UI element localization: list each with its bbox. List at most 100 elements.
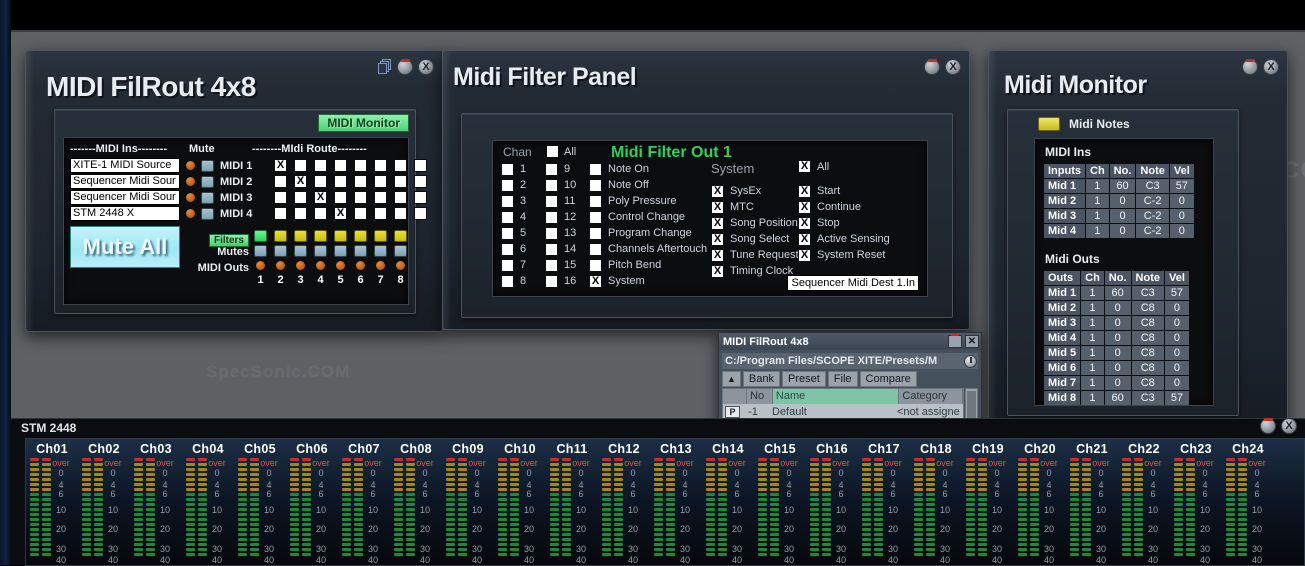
out-mute-button[interactable]: [394, 245, 407, 257]
preset-column-headers[interactable]: No Name Category: [723, 389, 963, 404]
channel-checkbox[interactable]: [501, 242, 514, 256]
system-column-right[interactable]: X Start X Continue X Stop X Active Sensing X Syst…: [798, 183, 890, 263]
channel-checkbox[interactable]: [501, 210, 514, 224]
route-checkbox[interactable]: [414, 159, 427, 172]
minimize-button[interactable]: [924, 59, 940, 75]
message-filter-list[interactable]: Note On Note Off Poly Pressure Control Chan…: [589, 161, 707, 289]
floating-window-buttons[interactable]: X: [1260, 418, 1297, 434]
mixer-channel-strip[interactable]: Ch24 over 0 4 6 10 20 30 40: [1222, 439, 1274, 565]
channel-checkbox[interactable]: [545, 162, 558, 176]
route-checkbox[interactable]: X: [334, 207, 347, 220]
route-checkbox[interactable]: [334, 175, 347, 188]
system-checkbox[interactable]: X: [711, 248, 724, 262]
out-mute-button[interactable]: [274, 245, 287, 257]
preset-titlebar[interactable]: MIDI FilRout 4x8 ✕: [719, 333, 981, 350]
filter-button[interactable]: [394, 230, 407, 242]
channel-checkbox[interactable]: [545, 194, 558, 208]
system-checkbox[interactable]: X: [798, 216, 811, 230]
column-header[interactable]: No: [747, 389, 773, 404]
message-checkbox[interactable]: [589, 194, 602, 208]
route-row[interactable]: X: [274, 159, 427, 172]
mixer-channel-strip[interactable]: Ch08 over 0 4 6 10 20 30 40: [390, 439, 442, 565]
destination-field[interactable]: Sequencer Midi Dest 1.In: [787, 275, 919, 291]
minimize-button[interactable]: [948, 333, 962, 348]
system-column-left[interactable]: X SysEx X MTC X Song Position X Song Select X Tun…: [711, 183, 799, 279]
route-checkbox[interactable]: X: [294, 175, 307, 188]
mixer-channel-strip[interactable]: Ch22 over 0 4 6 10 20 30 40: [1118, 439, 1170, 565]
filter-button[interactable]: [354, 230, 367, 242]
route-checkbox[interactable]: [414, 207, 427, 220]
table-row[interactable]: P -1 Default <not assigne: [723, 404, 963, 419]
column-header[interactable]: Category: [899, 389, 963, 404]
system-checkbox[interactable]: X: [711, 232, 724, 246]
route-checkbox[interactable]: [374, 207, 387, 220]
route-checkbox[interactable]: [274, 191, 287, 204]
route-checkbox[interactable]: [394, 175, 407, 188]
out-mute-button[interactable]: [294, 245, 307, 257]
system-all-checkbox[interactable]: X: [798, 160, 811, 173]
out-mute-button[interactable]: [354, 245, 367, 257]
route-checkbox[interactable]: [354, 175, 367, 188]
route-checkbox[interactable]: [274, 207, 287, 220]
titlebar-buttons[interactable]: X: [1242, 59, 1279, 75]
channel-checkbox[interactable]: [501, 226, 514, 240]
system-checkbox[interactable]: X: [798, 184, 811, 198]
mixer-channel-strip[interactable]: Ch20 over 0 4 6 10 20 30 40: [1014, 439, 1066, 565]
route-row[interactable]: X: [274, 175, 427, 188]
mixer-channel-strip[interactable]: Ch14 over 0 4 6 10 20 30 40: [702, 439, 754, 565]
midi-in-field[interactable]: STM 2448 X: [70, 206, 180, 221]
filter-button[interactable]: [334, 230, 347, 242]
mute-button[interactable]: [201, 175, 214, 188]
menu-item-bank[interactable]: Bank: [742, 371, 780, 387]
route-checkbox[interactable]: [394, 159, 407, 172]
message-checkbox[interactable]: X: [589, 274, 602, 288]
mixer-channel-strip[interactable]: Ch18 over 0 4 6 10 20 30 40: [910, 439, 962, 565]
channel-checkbox[interactable]: [545, 274, 558, 288]
mixer-channel-strip[interactable]: Ch07 over 0 4 6 10 20 30 40: [338, 439, 390, 565]
filter-button[interactable]: [274, 230, 287, 242]
mixer-channel-strip[interactable]: Ch21 over 0 4 6 10 20 30 40: [1066, 439, 1118, 565]
filter-button[interactable]: [374, 230, 387, 242]
menu-item-compare[interactable]: Compare: [859, 371, 917, 387]
mute-button[interactable]: [201, 159, 214, 172]
midi-in-field[interactable]: Sequencer Midi Sour: [70, 174, 180, 189]
mixer-channel-strip[interactable]: Ch13 over 0 4 6 10 20 30 40: [650, 439, 702, 565]
channel-all-checkbox[interactable]: [546, 145, 559, 158]
preset-path-bar[interactable]: C:/Program Files/SCOPE XITE/Presets/M: [722, 353, 978, 369]
route-checkbox[interactable]: [294, 159, 307, 172]
mixer-channel-strip[interactable]: Ch23 over 0 4 6 10 20 30 40: [1170, 439, 1222, 565]
system-checkbox[interactable]: X: [711, 200, 724, 214]
filter-button[interactable]: [314, 230, 327, 242]
route-checkbox[interactable]: [414, 191, 427, 204]
close-button[interactable]: X: [945, 59, 961, 75]
mixer-channel-strip[interactable]: Ch16 over 0 4 6 10 20 30 40: [806, 439, 858, 565]
window-midi-filrout[interactable]: MIDI FilRout 4x8 X MIDI Monitor -------M…: [25, 50, 443, 332]
channel-checkbox[interactable]: [501, 178, 514, 192]
mixer-channel-strip[interactable]: Ch03 over 0 4 6 10 20 30 40: [130, 439, 182, 565]
route-checkbox[interactable]: [314, 207, 327, 220]
mixer-strips[interactable]: Ch01 over 0 4 6 10 20 30 40 Ch02 over 0 4 6 10 20 30 40 Ch…: [25, 438, 1305, 566]
route-checkbox[interactable]: [414, 175, 427, 188]
titlebar-buttons[interactable]: X: [378, 59, 434, 75]
mixer-channel-strip[interactable]: Ch09 over 0 4 6 10 20 30 40: [442, 439, 494, 565]
minimize-button[interactable]: [1260, 418, 1276, 434]
route-checkbox[interactable]: [314, 159, 327, 172]
midi-in-field[interactable]: XITE-1 MIDI Source: [70, 158, 180, 173]
preset-up-button[interactable]: ▲: [722, 371, 741, 387]
window-midi-filter-panel[interactable]: Midi Filter Panel X Chan All Midi Filter…: [442, 50, 970, 330]
mixer-channel-strip[interactable]: Ch04 over 0 4 6 10 20 30 40: [182, 439, 234, 565]
mute-buttons-row[interactable]: [254, 245, 407, 257]
filter-button[interactable]: [254, 230, 267, 242]
channel-checkbox[interactable]: [545, 178, 558, 192]
mixer-channel-strip[interactable]: Ch01 over 0 4 6 10 20 30 40: [26, 439, 78, 565]
mixer-channel-strip[interactable]: Ch17 over 0 4 6 10 20 30 40: [858, 439, 910, 565]
mixer-channel-strip[interactable]: Ch05 over 0 4 6 10 20 30 40: [234, 439, 286, 565]
column-header[interactable]: [723, 389, 748, 404]
menu-item-preset[interactable]: Preset: [782, 371, 826, 387]
path-knob-icon[interactable]: [964, 354, 977, 368]
channel-checkbox[interactable]: [501, 194, 514, 208]
out-mute-button[interactable]: [374, 245, 387, 257]
route-checkbox[interactable]: [354, 159, 367, 172]
mixer-channel-strip[interactable]: Ch12 over 0 4 6 10 20 30 40: [598, 439, 650, 565]
midi-monitor-button[interactable]: MIDI Monitor: [318, 114, 409, 132]
